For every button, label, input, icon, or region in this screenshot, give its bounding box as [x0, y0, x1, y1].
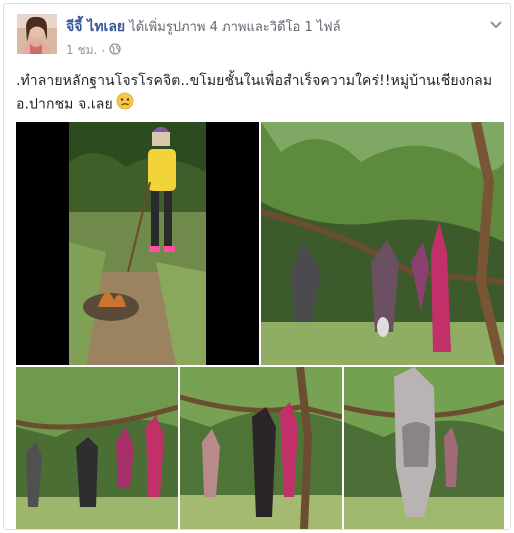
photo-3[interactable]: [180, 367, 342, 529]
post-action-text: ได้เพิ่มรูปภาพ 4 ภาพและวิดีโอ 1 ไฟล์: [125, 20, 341, 35]
photo-4[interactable]: [344, 367, 504, 529]
author-avatar[interactable]: [17, 14, 57, 54]
photo-1[interactable]: [261, 122, 504, 365]
chevron-down-icon[interactable]: [488, 16, 504, 32]
post-timestamp[interactable]: 1 ชม.: [66, 41, 97, 60]
post-body: .ทำลายหลักฐานโจรโรคจิต..ขโมยชั้นในเพื่อส…: [16, 70, 501, 117]
post-message: .ทำลายหลักฐานโจรโรคจิต..ขโมยชั้นในเพื่อส…: [16, 73, 493, 113]
post-meta: 1 ชม. ·: [66, 41, 121, 60]
post-header: จีจี้ ไทเลย ได้เพิ่มรูปภาพ 4 ภาพและวิดีโ…: [66, 16, 341, 38]
globe-icon[interactable]: [109, 43, 121, 58]
feed-post: จีจี้ ไทเลย ได้เพิ่มรูปภาพ 4 ภาพและวิดีโ…: [3, 3, 511, 530]
photo-2[interactable]: [16, 367, 178, 529]
video-thumbnail[interactable]: [16, 122, 259, 365]
sad-face-emoji-icon: [116, 92, 134, 117]
meta-separator: ·: [101, 43, 106, 58]
author-name-link[interactable]: จีจี้ ไทเลย: [66, 19, 125, 35]
